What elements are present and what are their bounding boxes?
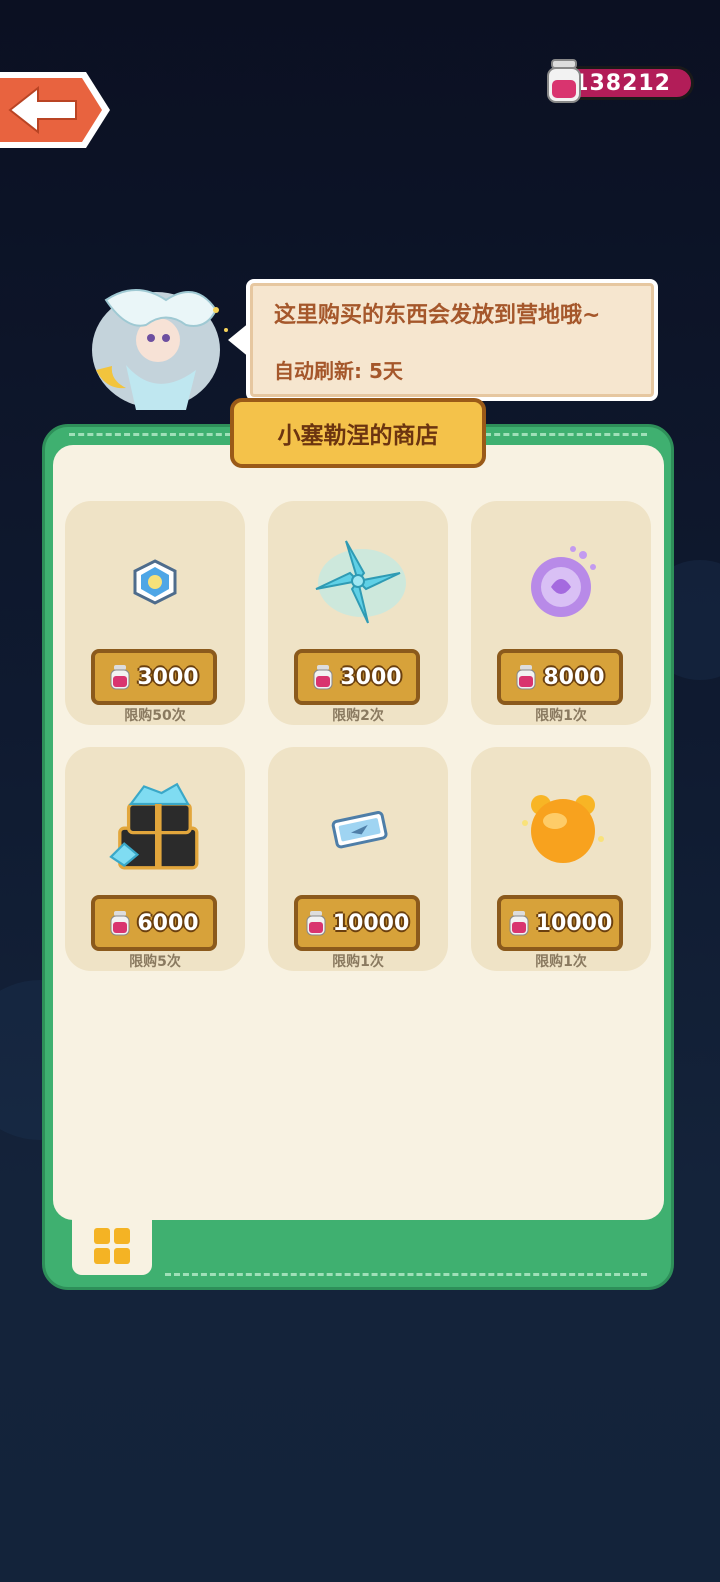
buy-button[interactable]: 10000 bbox=[294, 895, 420, 951]
currency-value: 138212 bbox=[573, 70, 671, 96]
shop-item-card[interactable]: 10000 限购1次 bbox=[268, 747, 448, 971]
jar-icon bbox=[306, 911, 326, 936]
shop-title-tab: 小塞勒涅的商店 bbox=[230, 398, 486, 468]
jar-icon bbox=[509, 911, 529, 936]
panel-divider bbox=[485, 433, 647, 436]
purchase-limit: 限购1次 bbox=[332, 954, 384, 970]
blue-badge-icon bbox=[133, 559, 177, 605]
jar-icon bbox=[313, 665, 333, 690]
buy-button[interactable]: 10000 bbox=[497, 895, 623, 951]
shop-item-card[interactable]: 6000 限购5次 bbox=[65, 747, 245, 971]
shop-item-card[interactable]: 8000 限购1次 bbox=[471, 501, 651, 725]
shop-grid-area: 3000 限购50次 3000 限购2次 8000 限购1次 6000 限购5次… bbox=[53, 445, 664, 1220]
jar-icon bbox=[516, 665, 536, 690]
crystal-chest-icon bbox=[109, 782, 199, 870]
jar-icon bbox=[110, 665, 130, 690]
pinwheel-icon bbox=[315, 540, 406, 624]
npc-message: 这里购买的东西会发放到营地哦~ bbox=[274, 303, 601, 328]
panel-divider bbox=[165, 1273, 647, 1276]
shop-title: 小塞勒涅的商店 bbox=[277, 423, 439, 449]
purchase-limit: 限购5次 bbox=[129, 954, 181, 970]
purchase-limit: 限购1次 bbox=[535, 708, 587, 724]
shop-item-card[interactable]: 3000 限购2次 bbox=[268, 501, 448, 725]
item-price: 10000 bbox=[535, 910, 613, 936]
ticket-icon bbox=[331, 811, 388, 849]
golden-bear-orb-icon bbox=[522, 795, 604, 863]
jar-icon bbox=[547, 59, 581, 103]
panel-divider bbox=[69, 433, 231, 436]
npc-avatar bbox=[92, 289, 228, 410]
buy-button[interactable]: 8000 bbox=[497, 649, 623, 705]
purple-orb-icon bbox=[531, 546, 596, 617]
item-price: 10000 bbox=[332, 910, 410, 936]
grid-view-tab[interactable] bbox=[72, 1217, 152, 1275]
item-price: 3000 bbox=[137, 664, 199, 690]
buy-button[interactable]: 6000 bbox=[91, 895, 217, 951]
npc-speech-bubble: 这里购买的东西会发放到营地哦~ 自动刷新: 5天 bbox=[246, 279, 658, 401]
purchase-limit: 限购2次 bbox=[332, 708, 384, 724]
item-price: 8000 bbox=[543, 664, 605, 690]
shop-item-card[interactable]: 3000 限购50次 bbox=[65, 501, 245, 725]
buy-button[interactable]: 3000 bbox=[294, 649, 420, 705]
back-button[interactable] bbox=[0, 70, 112, 150]
item-price: 6000 bbox=[137, 910, 199, 936]
refresh-timer: 自动刷新: 5天 bbox=[274, 359, 403, 383]
shop-panel: 3000 限购50次 3000 限购2次 8000 限购1次 6000 限购5次… bbox=[42, 424, 674, 1290]
jar-icon bbox=[110, 911, 130, 936]
buy-button[interactable]: 3000 bbox=[91, 649, 217, 705]
purchase-limit: 限购50次 bbox=[124, 708, 186, 724]
shop-item-card[interactable]: 10000 限购1次 bbox=[471, 747, 651, 971]
purchase-limit: 限购1次 bbox=[535, 954, 587, 970]
grid-icon bbox=[94, 1228, 130, 1264]
item-price: 3000 bbox=[340, 664, 402, 690]
